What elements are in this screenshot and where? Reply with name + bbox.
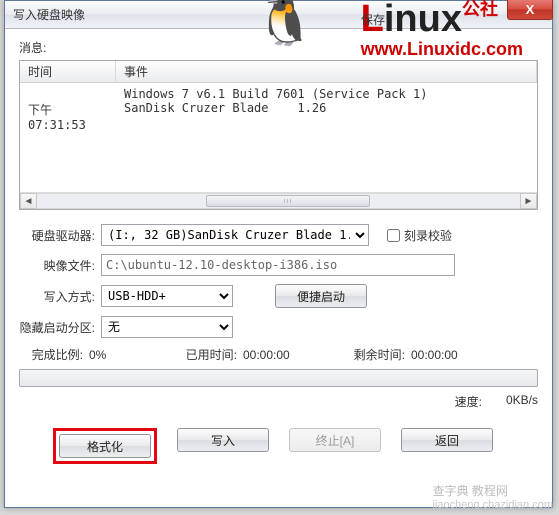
close-icon: X [526,2,535,17]
form-area: 硬盘驱动器: (I:, 32 GB)SanDisk Cruzer Blade 1… [19,224,538,464]
log-header: 时间 事件 [20,61,537,83]
speed-row: 速度: 0KB/s [19,393,538,410]
progress-bar [19,369,538,387]
window-title: 写入硬盘映像 [13,6,85,23]
verify-label: 刻录校验 [404,227,452,244]
log-listview[interactable]: 时间 事件 Windows 7 v6.1 Build 7601 (Service… [19,60,538,210]
log-event: SanDisk Cruzer Blade 1.26 [116,101,537,132]
table-row[interactable]: Windows 7 v6.1 Build 7601 (Service Pack … [20,87,537,101]
progress-stats: 完成比例: 0% 已用时间: 00:00:00 剩余时间: 00:00:00 [19,346,538,363]
abort-button: 终止[A] [289,428,381,452]
log-body: Windows 7 v6.1 Build 7601 (Service Pack … [20,83,537,192]
client-area: 消息: 时间 事件 Windows 7 v6.1 Build 7601 (Ser… [5,29,552,476]
elapsed-label: 已用时间: [173,346,243,363]
scroll-left-icon[interactable]: ◄ [20,193,37,209]
scroll-right-icon[interactable]: ► [520,193,537,209]
back-button[interactable]: 返回 [401,428,493,452]
log-time [20,87,116,101]
elapsed-value: 00:00:00 [243,348,313,362]
titlebar: 写入硬盘映像 X [5,1,552,29]
scroll-track[interactable] [37,193,520,209]
write-method-select[interactable]: USB-HDD+ [101,285,233,307]
drive-label: 硬盘驱动器: [19,227,101,244]
image-path-field[interactable] [101,254,455,276]
format-button[interactable]: 格式化 [59,434,151,458]
col-event-header[interactable]: 事件 [116,61,537,82]
done-value: 0% [89,348,145,362]
table-row[interactable]: 下午 07:31:53 SanDisk Cruzer Blade 1.26 [20,101,537,132]
horizontal-scrollbar[interactable]: ◄ ► [20,192,537,209]
dialog-window: 写入硬盘映像 X 消息: 时间 事件 Windows 7 v6.1 Build … [4,0,553,508]
method-label: 写入方式: [19,288,101,305]
button-row: 格式化 写入 终止[A] 返回 [19,428,538,464]
log-time: 下午 07:31:53 [20,101,116,132]
speed-value: 0KB/s [488,393,538,410]
quick-boot-button[interactable]: 便捷启动 [275,284,367,308]
done-label: 完成比例: [19,346,89,363]
hidden-partition-select[interactable]: 无 [101,316,233,338]
format-highlight: 格式化 [53,428,157,464]
col-time-header[interactable]: 时间 [20,61,116,82]
log-event: Windows 7 v6.1 Build 7601 (Service Pack … [116,87,537,101]
close-button[interactable]: X [507,0,553,20]
speed-label: 速度: [455,393,482,410]
write-button[interactable]: 写入 [177,428,269,452]
hidden-label: 隐藏启动分区: [19,319,101,336]
verify-checkbox-input[interactable] [387,229,400,242]
verify-checkbox[interactable]: 刻录校验 [383,226,452,245]
message-label: 消息: [19,39,538,56]
remain-value: 00:00:00 [411,348,481,362]
drive-select[interactable]: (I:, 32 GB)SanDisk Cruzer Blade 1.26 [101,224,369,246]
image-label: 映像文件: [19,257,101,274]
scroll-thumb[interactable] [206,195,370,207]
remain-label: 剩余时间: [341,346,411,363]
